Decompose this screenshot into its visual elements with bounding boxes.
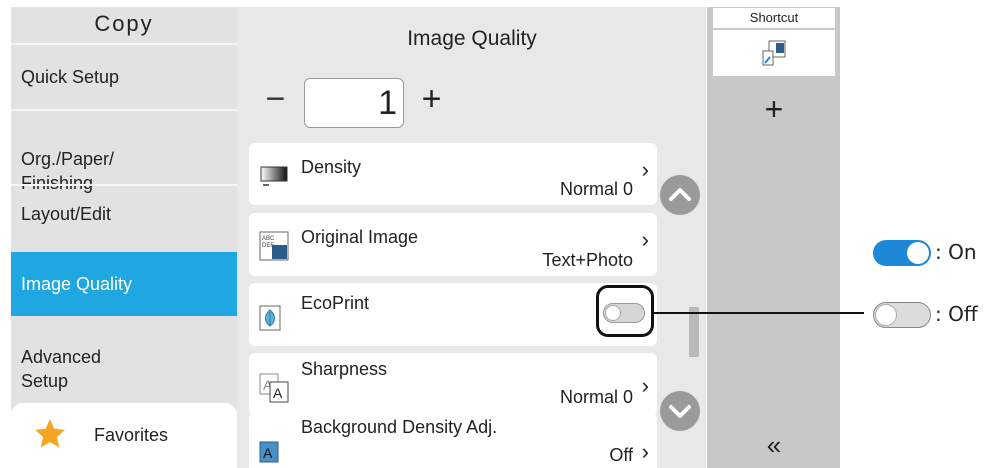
chevron-right-icon: › xyxy=(641,227,649,252)
setting-row-original-image[interactable]: ABC DEF Original Image Text+Photo › xyxy=(249,213,657,276)
collapse-button[interactable]: « xyxy=(713,427,835,463)
favorites-label: Favorites xyxy=(94,425,169,445)
setting-label: Density xyxy=(301,157,362,177)
sidebar-item-label: Image Quality xyxy=(21,274,133,294)
sharpness-icon: A A xyxy=(259,373,289,403)
scroll-up-button[interactable] xyxy=(660,175,700,215)
sidebar-item-label: Quick Setup xyxy=(21,67,120,87)
setting-value: Normal 0 xyxy=(559,387,633,407)
leaf-icon xyxy=(259,305,281,331)
legend-on-label: : On xyxy=(935,240,977,264)
page-title: Image Quality xyxy=(407,27,537,50)
increment-button[interactable]: + xyxy=(409,74,454,128)
sidebar-item-quick-setup[interactable]: Quick Setup xyxy=(11,45,237,109)
chevron-right-icon: › xyxy=(641,439,649,464)
sidebar-item-label: Layout/Edit xyxy=(21,204,112,224)
setting-label: Sharpness xyxy=(301,359,388,379)
setting-label: EcoPrint xyxy=(301,293,370,313)
shortcut-tab[interactable]: Shortcut xyxy=(713,8,835,28)
svg-text:A: A xyxy=(273,385,283,401)
setting-value: Normal 0 xyxy=(559,179,633,199)
setting-row-density[interactable]: Density Normal 0 › xyxy=(249,143,657,205)
copies-input[interactable]: 1 xyxy=(304,78,404,128)
favorites-button[interactable]: Favorites xyxy=(11,403,237,468)
legend-toggle-on xyxy=(873,240,931,266)
legend-off-label: : Off xyxy=(935,302,978,326)
scrollbar[interactable] xyxy=(689,307,699,357)
svg-text:ABC: ABC xyxy=(262,236,275,242)
sidebar-item-layout-edit[interactable]: Layout/Edit xyxy=(11,186,237,250)
main-panel: Image Quality − 1 + Density Normal 0 › A… xyxy=(237,7,706,468)
setting-label: Background Density Adj. xyxy=(301,417,498,437)
ecoprint-toggle[interactable] xyxy=(603,303,645,323)
add-shortcut-button[interactable]: + xyxy=(713,85,835,133)
sidebar: Copy Quick Setup Org./Paper/ Finishing L… xyxy=(11,7,237,468)
setting-row-background-density[interactable]: A Background Density Adj. Off › xyxy=(249,413,657,468)
chevron-right-icon: › xyxy=(641,157,649,182)
setting-row-sharpness[interactable]: A A Sharpness Normal 0 › xyxy=(249,353,657,416)
star-icon xyxy=(35,419,65,448)
chevron-down-icon xyxy=(669,405,691,418)
setting-value: Text+Photo xyxy=(542,250,633,270)
chevron-up-icon xyxy=(669,188,691,201)
shortcut-icon xyxy=(762,40,786,66)
toggle-knob xyxy=(907,242,929,264)
sidebar-item-advanced-setup[interactable]: Advanced Setup xyxy=(11,319,237,391)
setting-label: Original Image xyxy=(301,227,419,247)
toggle-knob xyxy=(875,304,897,326)
scroll-down-button[interactable] xyxy=(660,391,700,431)
setting-value: Off xyxy=(609,445,633,465)
original-image-icon: ABC DEF xyxy=(259,231,289,261)
legend-toggle-off xyxy=(873,302,931,328)
sidebar-item-image-quality[interactable]: Image Quality xyxy=(11,252,237,316)
toggle-knob xyxy=(605,305,621,321)
background-density-icon: A xyxy=(259,441,279,463)
shortcut-button[interactable] xyxy=(713,30,835,76)
sidebar-item-label: Advanced Setup xyxy=(21,347,102,391)
svg-text:A: A xyxy=(263,445,273,461)
density-icon xyxy=(260,166,288,186)
app-title: Copy xyxy=(94,11,154,36)
shortcut-panel: Shortcut + « xyxy=(707,7,840,468)
callout-line xyxy=(654,312,864,314)
decrement-button[interactable]: − xyxy=(253,74,298,128)
sidebar-item-org-paper-finishing[interactable]: Org./Paper/ Finishing xyxy=(11,111,237,193)
chevron-right-icon: › xyxy=(641,373,649,398)
